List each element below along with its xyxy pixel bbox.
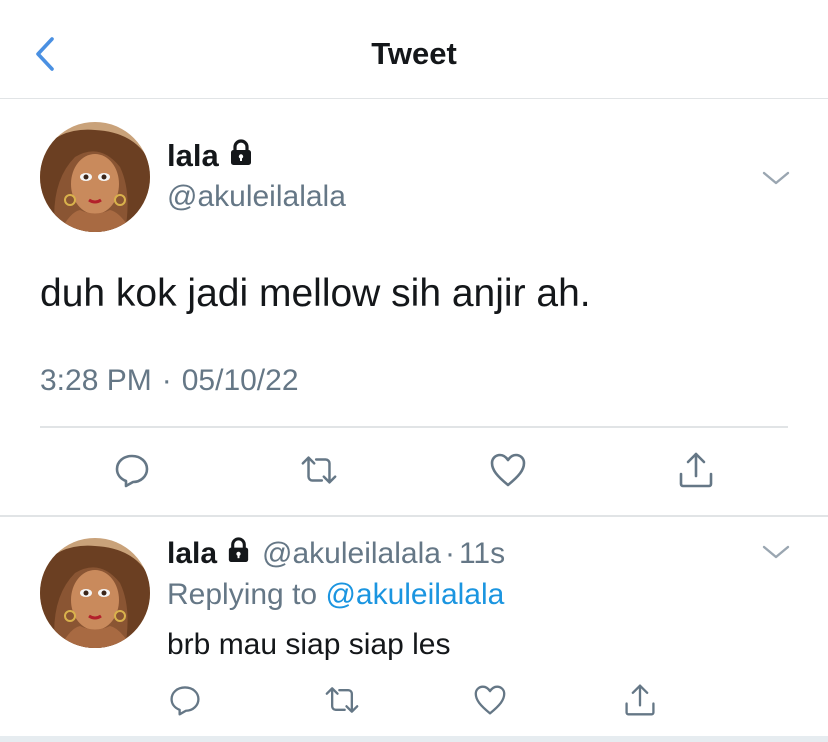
retweet-icon bbox=[301, 456, 337, 484]
header-bar: Tweet bbox=[0, 0, 828, 99]
reply-handle[interactable]: @akuleilalala bbox=[262, 537, 441, 571]
retweet-icon bbox=[325, 687, 359, 713]
reply-icon bbox=[170, 686, 200, 716]
page-title: Tweet bbox=[371, 36, 457, 71]
avatar[interactable] bbox=[40, 122, 150, 232]
reply-button[interactable] bbox=[112, 450, 152, 490]
reply-time: 11s bbox=[458, 536, 506, 570]
tweet-date: 05/10/22 bbox=[181, 364, 299, 397]
share-button[interactable] bbox=[676, 450, 716, 490]
author-name-row: lala bbox=[167, 138, 255, 174]
share-icon bbox=[679, 452, 713, 488]
author-handle[interactable]: @akuleilalala bbox=[167, 180, 346, 214]
share-button[interactable] bbox=[620, 680, 660, 720]
author-display-name[interactable]: lala bbox=[167, 138, 219, 174]
tweet-text: duh kok jadi mellow sih anjir ah. bbox=[40, 272, 591, 315]
meta-separator: · bbox=[444, 536, 455, 570]
lock-icon bbox=[227, 138, 255, 174]
share-icon bbox=[625, 684, 655, 716]
bottom-strip bbox=[0, 736, 828, 742]
replying-prefix: Replying to bbox=[167, 578, 318, 611]
tweet-time: 3:28 PM bbox=[40, 364, 152, 397]
reply-display-name[interactable]: lala bbox=[167, 537, 217, 571]
like-button[interactable] bbox=[488, 450, 528, 490]
chevron-down-icon bbox=[762, 545, 790, 559]
like-button[interactable] bbox=[470, 680, 510, 720]
avatar[interactable] bbox=[40, 538, 150, 648]
replying-to-line: Replying to @akuleilalala bbox=[167, 578, 504, 612]
reply-author-row: lala @akuleilalala · 11s bbox=[167, 536, 505, 571]
heart-icon bbox=[474, 685, 506, 715]
reply-icon bbox=[115, 454, 149, 488]
replying-to-link[interactable]: @akuleilalala bbox=[325, 578, 504, 611]
more-options-button[interactable] bbox=[761, 542, 791, 562]
reply-text: brb mau siap siap les bbox=[167, 628, 451, 661]
tweet-timestamp: 3:28 PM · 05/10/22 bbox=[40, 364, 299, 398]
divider bbox=[40, 426, 788, 428]
retweet-button[interactable] bbox=[299, 450, 339, 490]
more-options-button[interactable] bbox=[761, 168, 791, 188]
timestamp-separator: · bbox=[161, 364, 172, 397]
heart-icon bbox=[490, 453, 526, 487]
lock-icon bbox=[225, 536, 252, 571]
reply-button[interactable] bbox=[165, 680, 205, 720]
chevron-down-icon bbox=[762, 171, 790, 185]
divider bbox=[0, 515, 828, 517]
retweet-button[interactable] bbox=[322, 680, 362, 720]
